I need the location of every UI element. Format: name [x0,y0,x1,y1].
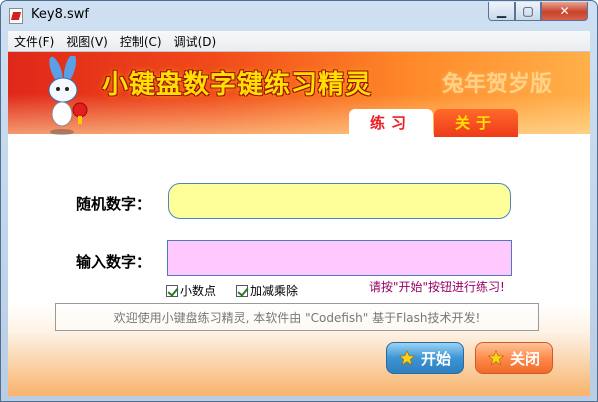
start-button[interactable]: 开始 [386,342,464,374]
maximize-button[interactable]: ▢ [515,2,541,21]
menu-view[interactable]: 视图(V) [60,33,114,50]
app-window: Key8.swf ▁ ▢ ✕ 文件(F) 视图(V) 控制(C) 调试(D) 小… [0,0,598,402]
menu-file[interactable]: 文件(F) [8,33,60,50]
star-icon [398,350,415,366]
decimal-checkbox[interactable]: 小数点 [166,282,216,299]
welcome-text: 欢迎使用小键盘练习精灵, 本软件由 "Codefish" 基于Flash技术开发… [113,310,481,325]
star-icon [487,350,504,366]
close-window-button[interactable]: ✕ [541,2,588,21]
banner: 小键盘数字键练习精灵 兔年贺岁版 练习 关于 [8,52,590,137]
menu-control[interactable]: 控制(C) [114,33,168,50]
flash-content: 小键盘数字键练习精灵 兔年贺岁版 练习 关于 随机数字： 输入数字： 小数点 加… [8,52,590,396]
tab-about[interactable]: 关于 [434,109,518,137]
number-input[interactable] [167,240,512,276]
flash-app-icon [9,8,23,24]
edition-label: 兔年贺岁版 [442,72,553,97]
window-title: Key8.swf [31,7,89,22]
arithmetic-checkbox-label: 加减乘除 [250,284,299,298]
menu-debug[interactable]: 调试(D) [168,33,223,50]
close-icon: ✕ [559,4,570,18]
minimize-button[interactable]: ▁ [488,2,515,21]
random-number-label: 随机数字： [76,195,152,213]
random-number-display [168,183,511,219]
tab-practice[interactable]: 练习 [349,109,433,137]
checkbox-checked-icon [166,284,178,297]
app-title: 小键盘数字键练习精灵 [102,70,373,100]
start-hint: 请按"开始"按钮进行练习! [369,280,505,294]
title-bar: Key8.swf ▁ ▢ ✕ [1,1,597,31]
checkbox-checked-icon [236,284,248,297]
menu-bar: 文件(F) 视图(V) 控制(C) 调试(D) [8,31,590,52]
close-button[interactable]: 关闭 [475,342,553,374]
input-number-label: 输入数字： [76,253,152,271]
welcome-message: 欢迎使用小键盘练习精灵, 本软件由 "Codefish" 基于Flash技术开发… [55,303,539,331]
rabbit-mascot-icon [48,56,88,135]
minimize-icon: ▁ [496,4,507,18]
close-button-label: 关闭 [509,349,540,368]
decimal-checkbox-label: 小数点 [180,284,217,298]
start-button-label: 开始 [420,349,451,368]
maximize-icon: ▢ [522,4,534,18]
arithmetic-checkbox[interactable]: 加减乘除 [236,282,298,299]
